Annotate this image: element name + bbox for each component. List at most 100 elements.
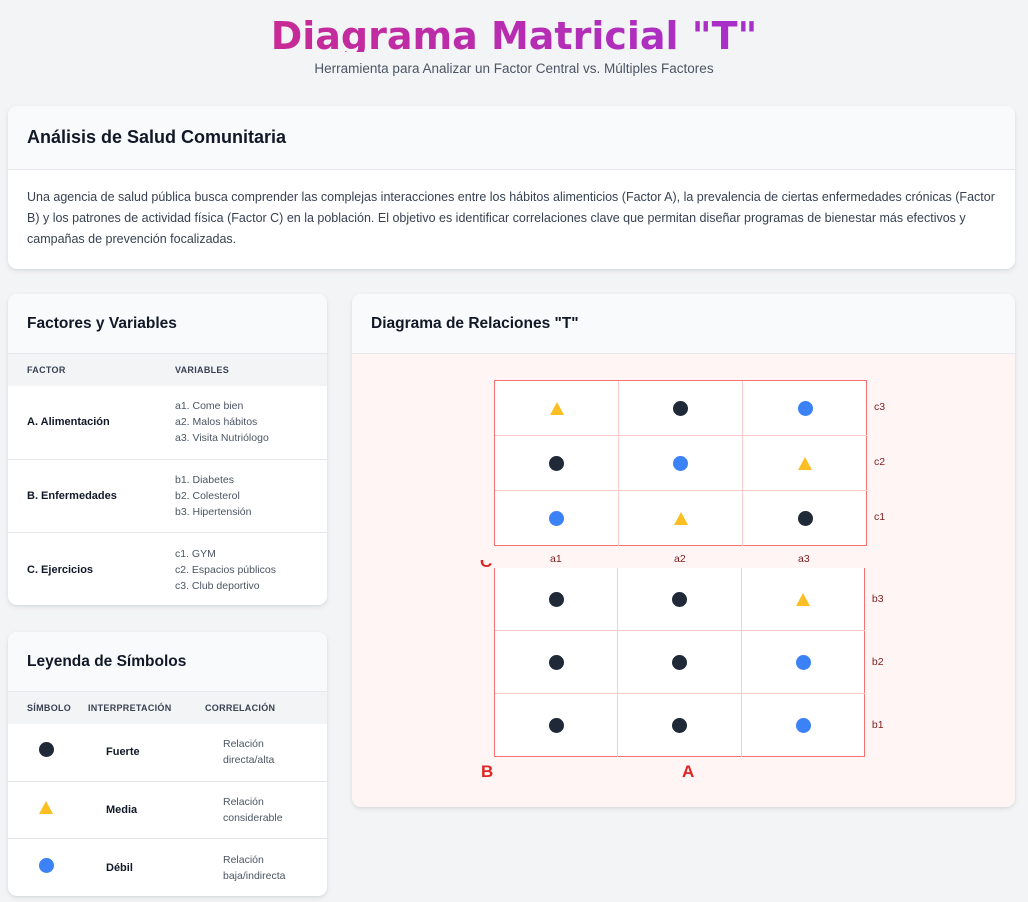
factors-table-body: A. Alimentación a1. Come bien a2. Malos há…: [8, 386, 327, 605]
strong-circle-icon: [39, 742, 54, 758]
variable-item: c1. GYM: [175, 547, 216, 560]
matrix-cell: [495, 436, 619, 491]
factor-variables: c1. GYM c2. Espacios públicos c3. Club dep…: [175, 546, 276, 594]
axis-a-label: A: [682, 762, 695, 781]
diagram-card: Diagrama de Relaciones "T" C B A c3 c2 c1 b…: [352, 294, 1015, 807]
matrix-top-grid: [494, 380, 867, 546]
factor-name: B. Enfermedades: [27, 489, 117, 502]
strong-circle-icon: [548, 654, 564, 670]
matrix-cell: [618, 631, 742, 694]
matrix-cell: [619, 436, 743, 491]
factors-table-header: FACTOR VARIABLES: [8, 354, 327, 386]
row-label-c1: c1: [874, 510, 886, 523]
strong-circle-icon: [797, 511, 813, 526]
weak-circle-icon: [673, 455, 688, 471]
legend-symbol: [8, 800, 106, 819]
strong-circle-icon: [548, 591, 564, 607]
matrix-cell: [742, 694, 865, 757]
strong-circle-icon: [671, 718, 687, 733]
correlation-column-header: CORRELACIÓN: [205, 703, 276, 713]
factor-name: C. Ejercicios: [27, 563, 94, 576]
matrix-cell: [495, 568, 619, 631]
legend-title: Leyenda de Símbolos: [8, 632, 327, 692]
matrix-cell: [495, 631, 619, 694]
matrix-bottom-grid: [494, 568, 865, 757]
weak-circle-icon: [795, 718, 811, 733]
legend-row: Fuerte Relación directa/alta: [8, 724, 327, 782]
variable-item: a1. Come bien: [175, 400, 244, 413]
column-label-a3: a3: [798, 553, 810, 565]
factor-row: B. Enfermedades b1. Diabetes b2. Colestero…: [8, 460, 327, 533]
medium-triangle-icon: [796, 592, 811, 606]
legend-row: Media Relación considerable: [8, 782, 327, 839]
strong-circle-icon: [549, 455, 564, 471]
intro-card: Análisis de Salud Comunitaria Una agenci…: [8, 106, 1015, 269]
legend-interpretation: Fuerte: [106, 746, 140, 759]
axis-c-label: C: [480, 560, 494, 569]
variable-item: a2. Malos hábitos: [175, 416, 258, 429]
strong-circle-icon: [671, 654, 687, 670]
variable-item: c2. Espacios públicos: [175, 563, 276, 576]
matrix-cell: [743, 491, 867, 546]
symbol-column-header: SÍMBOLO: [27, 703, 72, 713]
matrix-cell: [741, 568, 865, 631]
legend-correlation: Relación directa/alta: [223, 738, 275, 767]
variable-item: b2. Colesterol: [175, 489, 240, 502]
variable-item: a3. Visita Nutriólogo: [175, 432, 269, 445]
weak-circle-icon: [39, 857, 54, 873]
matrix-cell: [495, 381, 619, 436]
factors-card: Factores y Variables FACTOR VARIABLES A.…: [8, 294, 327, 605]
row-label-b3: b3: [871, 592, 884, 605]
legend-table-body: Fuerte Relación directa/alta Media Relación…: [8, 724, 327, 896]
medium-triangle-icon: [673, 512, 688, 525]
legend-correlation: Relación baja/indirecta: [223, 853, 286, 882]
factor-row: C. Ejercicios c1. GYM c2. Espacios público…: [8, 533, 327, 605]
variable-item: c3. Club deportivo: [175, 579, 260, 592]
variables-column-header: VARIABLES: [175, 365, 230, 375]
legend-row: Débil Relación baja/indirecta: [8, 839, 327, 896]
medium-triangle-icon: [798, 456, 812, 470]
legend-interpretation: Débil: [106, 861, 133, 874]
matrix-cell: [619, 491, 743, 546]
factor-column-header: FACTOR: [27, 365, 66, 375]
row-label-c3: c3: [874, 400, 886, 413]
variable-item: b3. Hipertensión: [175, 505, 252, 518]
legend-interpretation: Media: [106, 803, 138, 816]
weak-circle-icon: [795, 654, 811, 670]
matrix-cell: [618, 568, 742, 631]
factors-title: Factores y Variables: [8, 294, 327, 354]
row-label-b2: b2: [871, 655, 884, 668]
column-label-a2: a2: [674, 553, 686, 565]
variable-item: b1. Diabetes: [175, 473, 234, 486]
legend-correlation: Relación considerable: [223, 795, 283, 824]
strong-circle-icon: [673, 400, 688, 416]
weak-circle-icon: [549, 511, 564, 526]
page-subtitle: Herramienta para Analizar un Factor Cent…: [314, 61, 714, 76]
row-label-b1: b1: [871, 718, 884, 731]
column-label-a1: a1: [550, 553, 562, 565]
strong-circle-icon: [671, 591, 687, 607]
factor-variables: b1. Diabetes b2. Colesterol b3. Hipertensi…: [175, 472, 251, 520]
factor-name: A. Alimentación: [27, 416, 110, 429]
factor-row: A. Alimentación a1. Come bien a2. Malos há…: [8, 386, 327, 460]
matrix-cell: [743, 436, 867, 491]
matrix-cell: [743, 381, 867, 436]
t-matrix-area: C B A c3 c2 c1 b3 b2 b1 a1 a2 a3: [352, 354, 1015, 807]
legend-table-header: SÍMBOLO INTERPRETACIÓN CORRELACIÓN: [8, 692, 327, 724]
matrix-cell: [618, 694, 742, 757]
weak-circle-icon: [797, 400, 813, 416]
intro-text: Una agencia de salud pública busca compr…: [27, 190, 995, 246]
medium-triangle-icon: [39, 800, 53, 814]
legend-card: Leyenda de Símbolos SÍMBOLO INTERPRETACI…: [8, 632, 327, 896]
matrix-cell: [495, 491, 619, 546]
page-title: Diagrama Matricial "T": [0, 12, 1028, 52]
intro-title: Análisis de Salud Comunitaria: [8, 106, 1015, 170]
matrix-cell: [495, 694, 619, 757]
legend-symbol: [8, 857, 106, 878]
diagram-title: Diagrama de Relaciones "T": [352, 294, 1015, 354]
interpretation-column-header: INTERPRETACIÓN: [88, 703, 172, 713]
matrix-cell: [741, 631, 865, 694]
axis-b-label: B: [481, 762, 494, 781]
matrix-cell: [619, 381, 743, 436]
legend-symbol: [8, 742, 106, 762]
